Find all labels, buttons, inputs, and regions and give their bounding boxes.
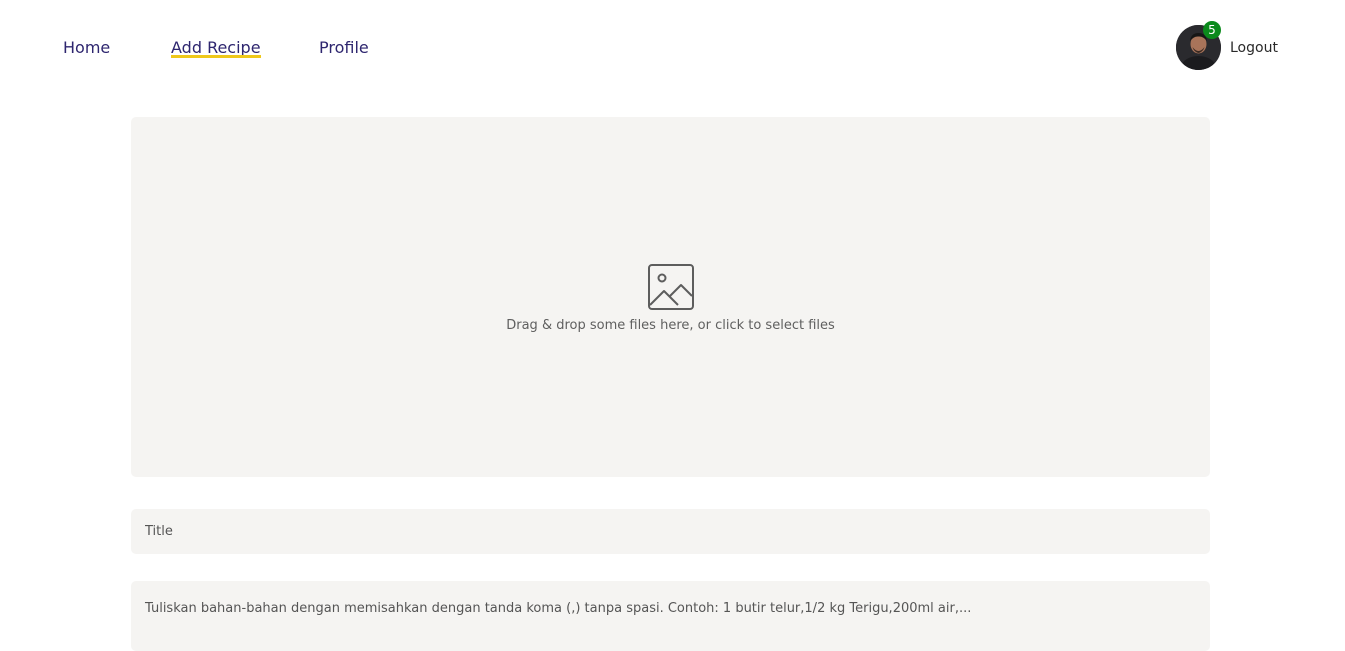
logout-button[interactable]: Logout: [1230, 38, 1278, 58]
title-input[interactable]: [131, 509, 1210, 554]
image-icon: [648, 264, 694, 310]
navbar: Home Add Recipe Profile 5 Logout: [0, 0, 1345, 96]
nav-link-add-recipe[interactable]: Add Recipe: [171, 37, 261, 59]
dropzone-instructions: Drag & drop some files here, or click to…: [506, 318, 835, 333]
nav-link-profile[interactable]: Profile: [319, 37, 369, 59]
nav-link-home[interactable]: Home: [63, 37, 110, 59]
user-avatar-wrapper[interactable]: 5: [1176, 21, 1221, 70]
ingredients-textarea[interactable]: [131, 581, 1210, 651]
notification-badge: 5: [1203, 21, 1221, 39]
image-dropzone[interactable]: Drag & drop some files here, or click to…: [131, 117, 1210, 477]
